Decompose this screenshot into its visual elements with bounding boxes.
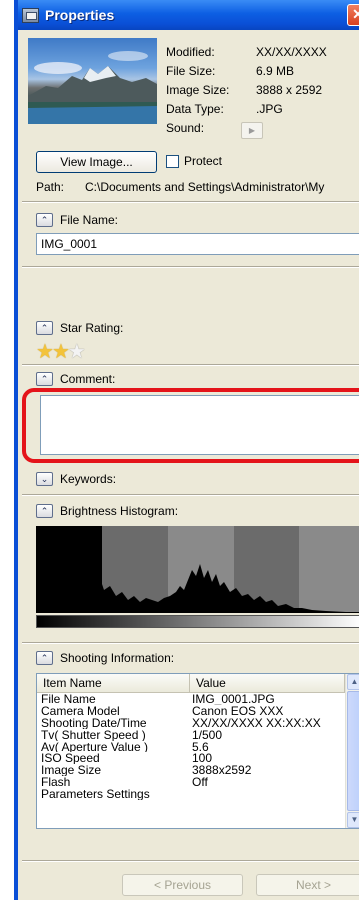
keywords-label: Keywords: — [60, 472, 117, 486]
modified-value: XX/XX/XXXX — [256, 45, 327, 59]
table-row[interactable]: Parameters Settings — [37, 788, 359, 800]
table-header: Item Name Value — [37, 674, 359, 693]
protect-checkbox[interactable] — [166, 155, 179, 168]
value-cell: 100 — [192, 752, 213, 765]
table-row[interactable]: Camera Model Canon EOS XXX — [37, 705, 359, 717]
comment-section-header: ⌃ Comment: — [36, 370, 115, 388]
shooting-info-table: Item Name Value File Name IMG_0001.JPG Cam… — [36, 673, 359, 829]
path-value: C:\Documents and Settings\Administrator\… — [85, 180, 325, 194]
item-name-cell: File Name — [41, 693, 96, 705]
collapse-up-icon[interactable]: ⌃ — [36, 651, 53, 665]
item-name-cell: Camera Model — [41, 704, 120, 717]
item-name-cell: Av( Aperture Value ) — [41, 740, 148, 753]
value-cell: Canon EOS XXX — [192, 704, 284, 717]
data-type-value: .JPG — [256, 102, 283, 116]
table-row[interactable]: Flash Off — [37, 776, 359, 788]
comment-label: Comment: — [60, 372, 116, 386]
column-header-value[interactable]: Value — [190, 674, 345, 693]
histogram-section-header: ⌃ Brightness Histogram: — [36, 502, 178, 520]
collapse-up-icon[interactable]: ⌃ — [36, 372, 53, 386]
sound-play-button[interactable]: ▶ — [241, 122, 263, 139]
divider — [22, 266, 359, 268]
scroll-down-icon[interactable]: ▼ — [347, 812, 359, 828]
table-body: File Name IMG_0001.JPG Camera Model Canon E… — [37, 693, 359, 800]
star-filled-icon[interactable]: ★ — [52, 341, 70, 363]
properties-app-icon — [22, 7, 39, 23]
comment-highlight-ring — [22, 388, 359, 463]
table-row[interactable]: File Name IMG_0001.JPG — [37, 693, 359, 705]
star-rating-section-header: ⌃ Star Rating: — [36, 319, 123, 337]
keywords-section-header: ⌄ Keywords: — [36, 470, 116, 488]
brightness-gradient-bar — [36, 615, 359, 628]
table-row[interactable]: Av( Aperture Value ) 5.6 — [37, 741, 359, 753]
window-title: Properties — [45, 7, 115, 23]
value-cell — [190, 788, 345, 800]
item-name-cell: ISO Speed — [41, 752, 100, 765]
item-name-cell: Flash — [41, 776, 71, 789]
item-name-cell: Shooting Date/Time — [41, 716, 147, 729]
star-rating[interactable]: ★★★ — [36, 341, 86, 363]
protect-label: Protect — [184, 154, 223, 168]
image-size-value: 3888 x 2592 — [256, 83, 323, 97]
histogram-band — [299, 526, 359, 613]
value-cell: 3888x2592 — [192, 764, 252, 777]
value-cell: 1/500 — [192, 728, 223, 741]
file-info-labels: Modified: File Size: Image Size: Data Ty… — [166, 43, 229, 138]
image-thumbnail — [28, 38, 157, 124]
previous-button[interactable]: < Previous — [122, 874, 243, 896]
file-name-label: File Name: — [60, 213, 119, 227]
path-label: Path: — [36, 180, 65, 194]
image-size-label: Image Size: — [166, 83, 230, 97]
view-image-button[interactable]: View Image... — [36, 151, 157, 173]
divider — [22, 642, 359, 644]
star-rating-label: Star Rating: — [60, 321, 124, 335]
brightness-histogram — [36, 526, 359, 613]
modified-label: Modified: — [166, 45, 215, 59]
next-button[interactable]: Next > — [256, 874, 359, 896]
properties-window: Properties ✕ Modified: File Size: Image … — [14, 0, 359, 900]
value-cell: Off — [192, 776, 208, 789]
title-bar[interactable]: Properties ✕ — [18, 0, 359, 30]
file-info-values: XX/XX/XXXX 6.9 MB 3888 x 2592 .JPG — [256, 43, 327, 119]
item-name-cell: Parameters Settings — [41, 788, 150, 801]
data-type-label: Data Type: — [166, 102, 224, 116]
file-name-field[interactable]: IMG_0001 — [36, 233, 359, 255]
table-scrollbar[interactable]: ▲ ▼ — [345, 674, 359, 828]
file-size-label: File Size: — [166, 64, 216, 78]
expand-down-icon[interactable]: ⌄ — [36, 472, 53, 486]
table-row[interactable]: ISO Speed 100 — [37, 752, 359, 765]
divider — [22, 364, 359, 366]
scroll-up-icon[interactable]: ▲ — [347, 674, 359, 690]
sound-label: Sound: — [166, 121, 205, 135]
column-header-item-name[interactable]: Item Name — [37, 674, 190, 693]
value-cell: 5.6 — [192, 740, 209, 753]
star-filled-icon[interactable]: ★ — [36, 341, 54, 363]
table-row[interactable]: Tv( Shutter Speed ) 1/500 — [37, 729, 359, 741]
collapse-up-icon[interactable]: ⌃ — [36, 504, 53, 518]
close-button[interactable]: ✕ — [347, 4, 359, 26]
item-name-cell: Image Size — [41, 764, 102, 777]
star-empty-icon[interactable]: ★ — [68, 341, 86, 363]
item-name-cell: Tv( Shutter Speed ) — [41, 728, 146, 741]
divider — [22, 201, 359, 203]
value-cell: XX/XX/XXXX XX:XX:XX — [192, 716, 321, 729]
value-cell: IMG_0001.JPG — [192, 693, 275, 705]
shooting-info-label: Shooting Information: — [60, 651, 175, 665]
collapse-up-icon[interactable]: ⌃ — [36, 213, 53, 227]
table-row[interactable]: Shooting Date/Time XX/XX/XXXX XX:XX:XX — [37, 717, 359, 729]
collapse-up-icon[interactable]: ⌃ — [36, 321, 53, 335]
scroll-thumb[interactable] — [347, 691, 359, 811]
file-size-value: 6.9 MB — [256, 64, 295, 78]
divider — [22, 494, 359, 496]
histogram-label: Brightness Histogram: — [60, 504, 179, 518]
divider — [22, 860, 359, 862]
shooting-info-section-header: ⌃ Shooting Information: — [36, 649, 174, 667]
table-row[interactable]: Image Size 3888x2592 — [37, 764, 359, 776]
file-name-section-header: ⌃ File Name: — [36, 211, 118, 229]
